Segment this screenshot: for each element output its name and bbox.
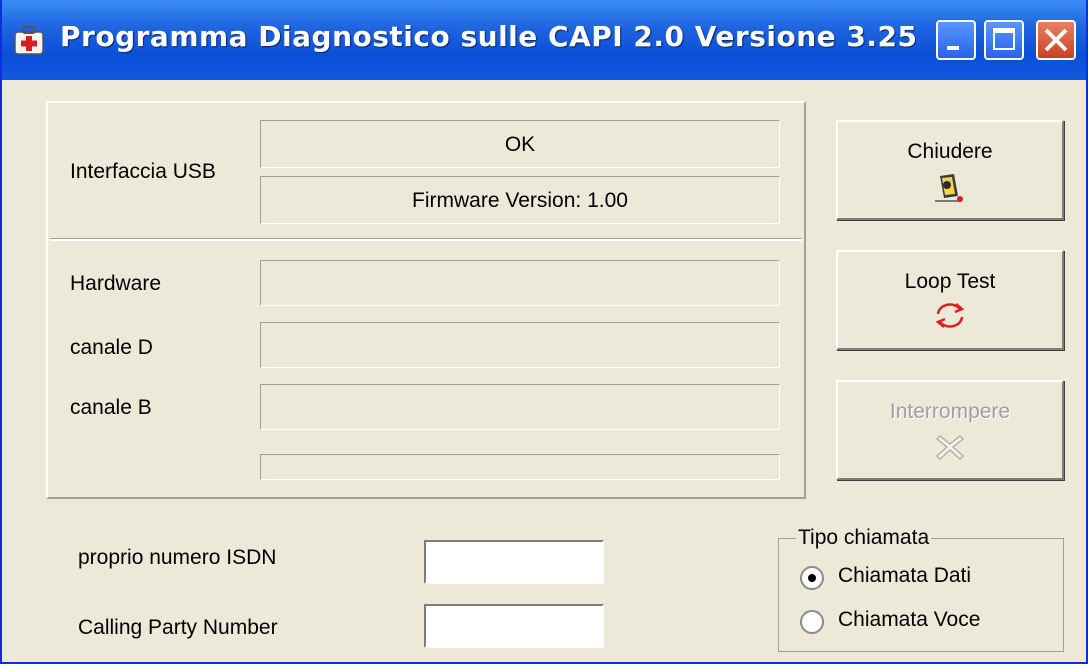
interrupt-icon [935,434,965,461]
exit-icon [935,174,963,202]
loop-test-button[interactable]: Loop Test [836,250,1064,350]
own-isdn-label: proprio numero ISDN [78,546,277,569]
interrupt-button[interactable]: Interrompere [836,380,1064,480]
close-icon [1044,28,1068,52]
loop-test-label: Loop Test [904,270,996,293]
group-separator [50,238,802,241]
canale-d-field [260,322,780,368]
minimize-icon [947,46,959,50]
minimize-button[interactable] [936,20,976,60]
close-app-label: Chiudere [907,140,993,163]
close-app-button[interactable]: Chiudere [836,120,1064,220]
loop-icon [935,303,965,328]
title-bar[interactable]: Programma Diagnostico sulle CAPI 2.0 Ver… [2,0,1086,80]
calling-party-label: Calling Party Number [78,616,278,639]
canale-d-label: canale D [70,336,153,359]
call-type-group [778,538,1064,652]
interrupt-label: Interrompere [889,400,1011,423]
maximize-button[interactable] [984,20,1024,60]
window-title: Programma Diagnostico sulle CAPI 2.0 Ver… [60,20,918,53]
radio-chiamata-voce-label[interactable]: Chiamata Voce [838,608,980,632]
usb-status-value: OK [504,133,536,156]
app-icon [12,24,48,56]
own-isdn-input[interactable] [424,540,604,584]
radio-chiamata-voce[interactable] [800,610,824,634]
progress-bar [260,454,780,480]
canale-b-label: canale B [70,396,152,419]
calling-party-input[interactable] [424,604,604,648]
radio-selected-dot [808,574,816,582]
usb-status-field: OK [260,120,780,168]
close-window-button[interactable] [1036,20,1076,60]
firmware-field: Firmware Version: 1.00 [260,176,780,224]
hardware-field [260,260,780,306]
call-type-legend: Tipo chiamata [796,526,932,550]
maximize-icon [993,28,1015,50]
usb-label: Interfaccia USB [70,160,216,183]
firmware-value: Firmware Version: 1.00 [412,189,628,212]
canale-b-field [260,384,780,430]
radio-chiamata-dati[interactable] [800,566,824,590]
hardware-label: Hardware [70,272,162,295]
radio-chiamata-dati-label[interactable]: Chiamata Dati [838,564,971,588]
diagnostic-window: Programma Diagnostico sulle CAPI 2.0 Ver… [0,0,1088,664]
